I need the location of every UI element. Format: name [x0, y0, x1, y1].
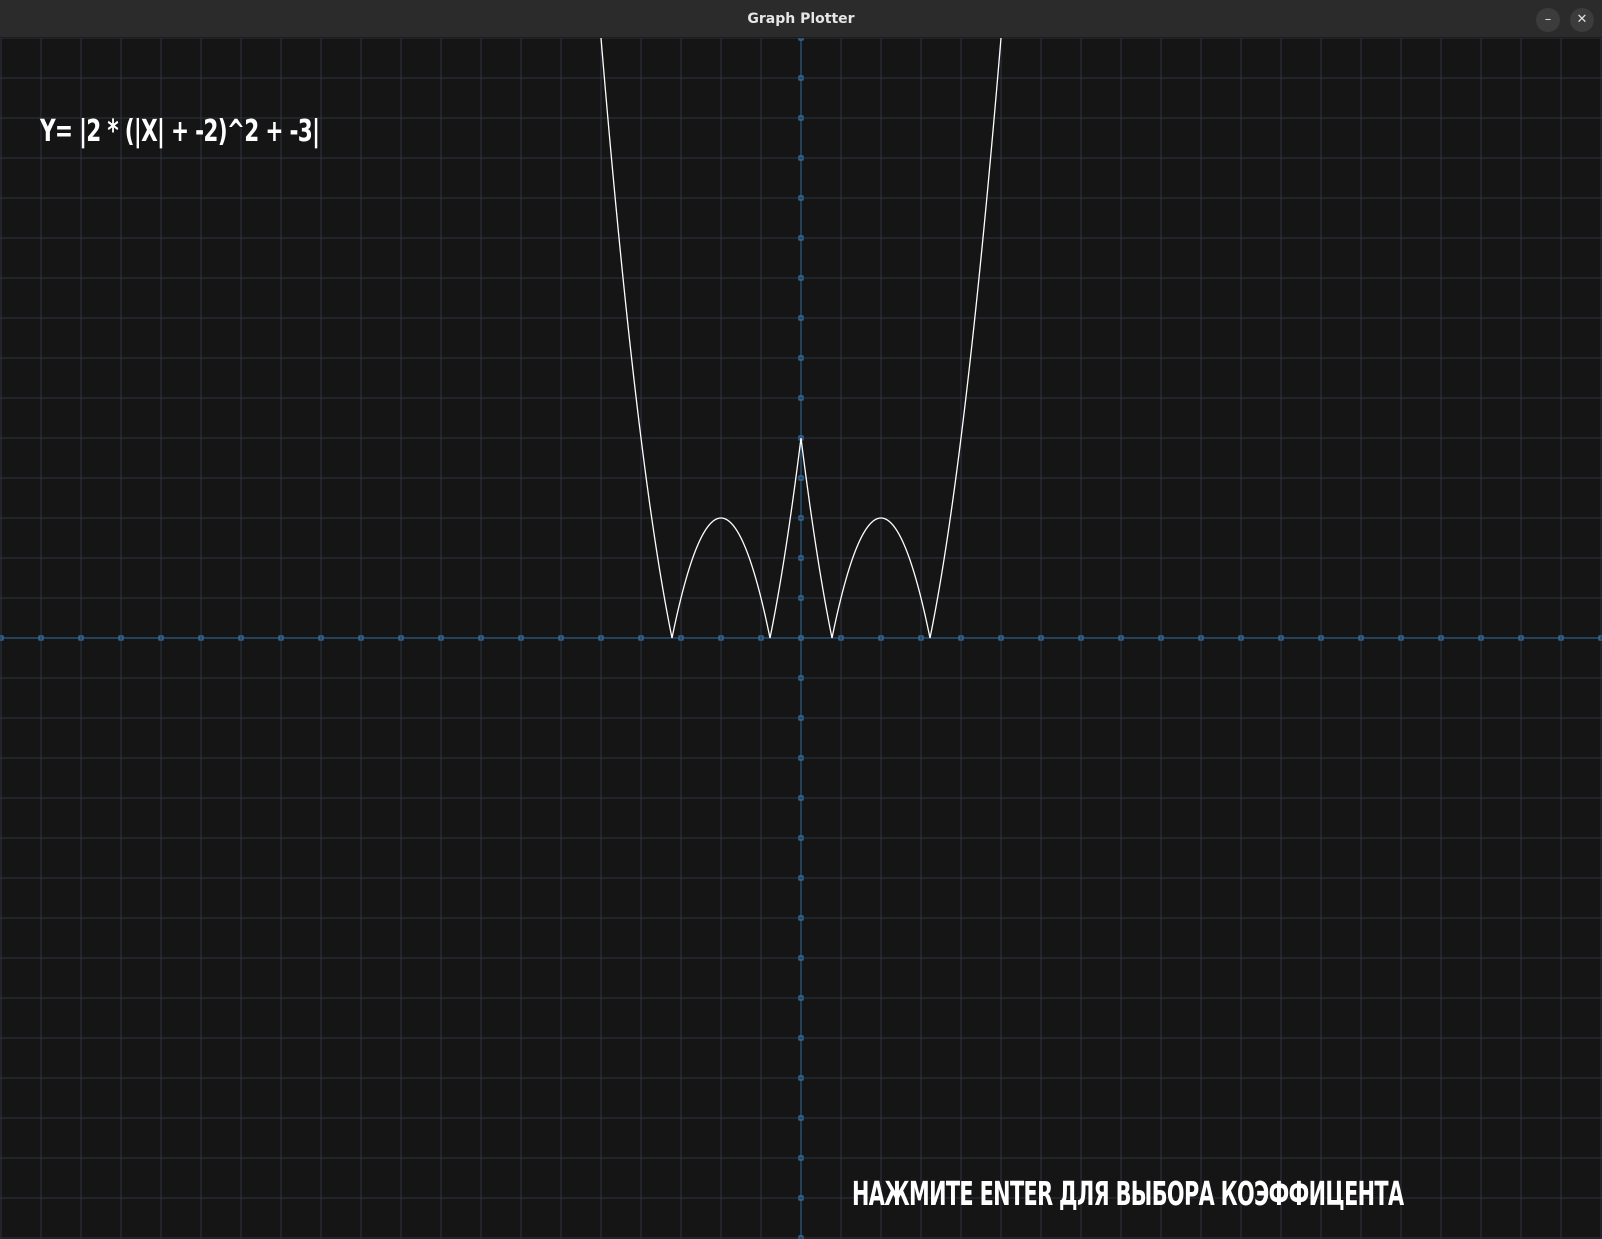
plot-svg [0, 38, 1602, 1239]
enter-hint: НАЖМИТЕ ENTER ДЛЯ ВЫБОРА КОЭФФИЦЕНТА [852, 1174, 1404, 1213]
close-icon: ✕ [1576, 12, 1588, 27]
close-button[interactable]: ✕ [1570, 8, 1594, 32]
minimize-icon: – [1544, 12, 1552, 27]
graph-plotter-window: Graph Plotter – ✕ Y= |2 * (|X| + -2)^2 +… [0, 0, 1602, 1239]
window-title: Graph Plotter [747, 11, 855, 27]
formula-label: Y= |2 * (|X| + -2)^2 + -3| [40, 114, 320, 149]
title-bar[interactable]: Graph Plotter – ✕ [0, 0, 1602, 38]
plot-canvas[interactable]: Y= |2 * (|X| + -2)^2 + -3| НАЖМИТЕ ENTER… [0, 38, 1602, 1239]
minimize-button[interactable]: – [1536, 8, 1560, 32]
